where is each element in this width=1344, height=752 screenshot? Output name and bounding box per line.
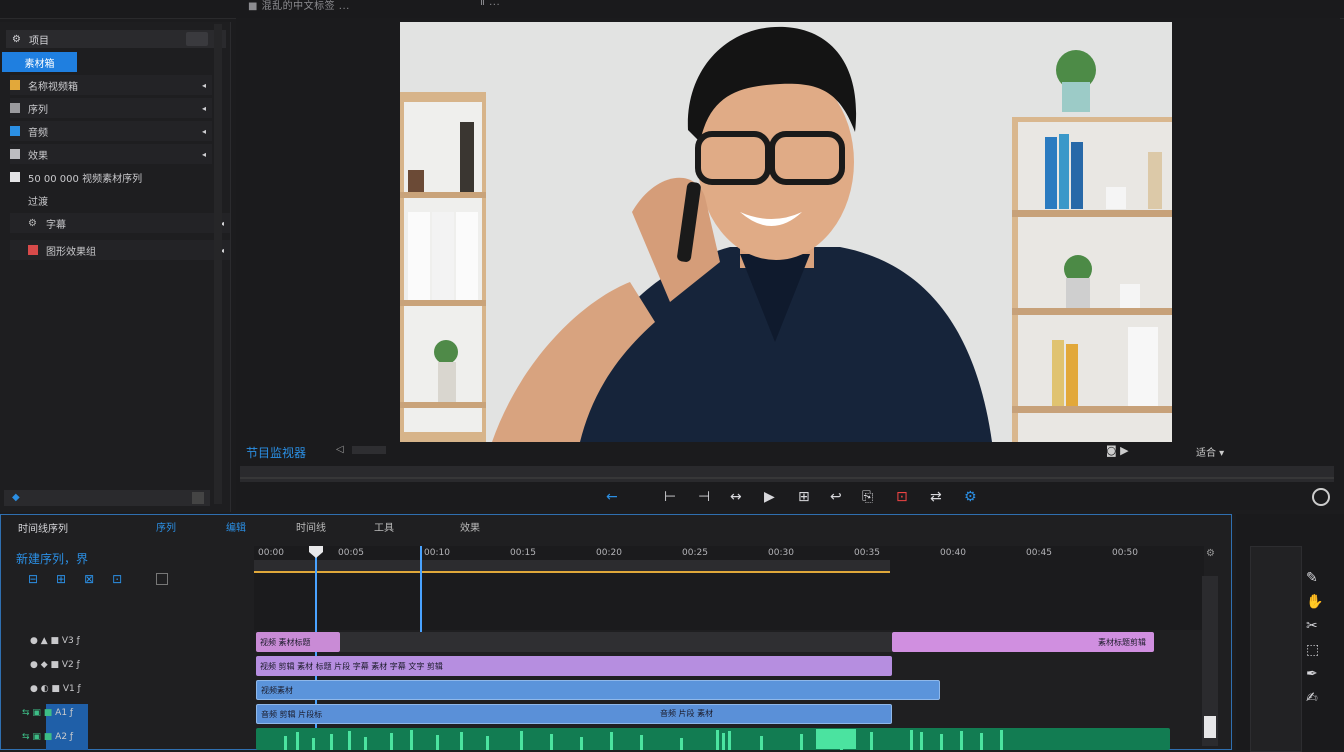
track-label: V3 ƒ: [61, 636, 80, 646]
timeline-tool-icons[interactable]: ⊟⊞⊠⊡: [28, 572, 140, 586]
lift-button[interactable]: ⎘: [862, 489, 873, 505]
tab-sequence[interactable]: 序列: [156, 519, 176, 534]
new-item-button[interactable]: [192, 492, 204, 504]
video-frame: [400, 22, 1172, 442]
menu-bar: ■ 混乱的中文标签 ... Ⅱ ...: [0, 0, 1344, 19]
tab-tools[interactable]: 工具: [374, 519, 394, 534]
ruler-label: 00:45: [1026, 548, 1052, 558]
step-back-button[interactable]: ←: [606, 489, 618, 505]
ruler-label: 00:25: [682, 548, 708, 558]
bin-item[interactable]: ⚙字幕◂: [10, 213, 230, 233]
audio-clip[interactable]: [256, 728, 1170, 750]
wrench-icon[interactable]: ⚙: [1206, 548, 1215, 559]
time-ruler[interactable]: [254, 546, 1204, 630]
tab-effects[interactable]: 效果: [460, 519, 480, 534]
scrollbar[interactable]: [214, 24, 222, 504]
audio-waveform: [284, 729, 1003, 750]
mark-out-button[interactable]: ⊣: [698, 489, 710, 505]
ruler-label: 00:40: [940, 548, 966, 558]
panel-menu-button[interactable]: [186, 32, 208, 46]
bin-item[interactable]: 50 00 000 视频素材序列: [10, 167, 212, 187]
audio-icon: [10, 126, 20, 136]
timeline-clip[interactable]: 视频 素材标题: [256, 632, 340, 652]
clip-icon: [10, 172, 20, 182]
clip-label: 音频 片段 素材: [660, 709, 714, 718]
man-on-phone-image: [400, 22, 1172, 442]
eye-icon[interactable]: ● ◐ ■: [30, 684, 60, 694]
sequence-icon: [10, 103, 20, 113]
selected-bin[interactable]: 素材箱: [2, 52, 77, 72]
project-title: 项目: [28, 36, 49, 47]
tab-timeline[interactable]: 时间线: [296, 519, 326, 534]
track-label: A2 ƒ: [55, 732, 74, 742]
bin-item[interactable]: 序列 ◂: [10, 98, 212, 118]
timecode-display[interactable]: 节目监视器: [246, 444, 306, 461]
insert-button[interactable]: ⊞: [798, 489, 810, 505]
play-button[interactable]: ▶: [764, 489, 775, 505]
add-button[interactable]: [1312, 488, 1330, 506]
timeline-clip[interactable]: 素材标题剪辑: [892, 632, 1154, 652]
timeline-clip[interactable]: 音频 剪辑 片段标: [256, 704, 892, 724]
scrubber-ticks: [240, 477, 1334, 479]
list-view-icon[interactable]: ◆: [12, 492, 20, 503]
extract-button[interactable]: ⊡: [896, 489, 908, 505]
ruler-label: 00:20: [596, 548, 622, 558]
title-icon: ⚙: [28, 218, 37, 229]
track-label: A1 ƒ: [55, 708, 74, 718]
ruler-label: 00:50: [1112, 548, 1138, 558]
timeline-clip[interactable]: 视频 剪辑 素材 标题 片段 字幕 素材 字幕 文字 剪辑: [256, 656, 892, 676]
track-label: V2 ƒ: [61, 660, 80, 670]
bin-item[interactable]: 过渡: [10, 190, 230, 210]
effects-icon: [10, 149, 20, 159]
ruler-label: 00:35: [854, 548, 880, 558]
ruler-label: 00:15: [510, 548, 536, 558]
ruler-label: 00:10: [424, 548, 450, 558]
track-label: V1 ƒ: [62, 684, 81, 694]
top-label-1[interactable]: ■ 混乱的中文标签 ...: [248, 0, 350, 12]
zoom-slider[interactable]: [352, 446, 386, 454]
bin-item[interactable]: 图形效果组◂: [10, 240, 230, 260]
top-label-2[interactable]: Ⅱ ...: [480, 0, 500, 8]
eye-icon[interactable]: ● ◆ ■: [30, 660, 59, 670]
export-frame-button[interactable]: ⇄: [930, 489, 942, 505]
audio-track-icon[interactable]: ⇆ ▣ ■: [22, 708, 52, 718]
eye-icon[interactable]: ● ▲ ■: [30, 636, 59, 646]
safe-margins-icon[interactable]: ◙ ▶: [1106, 444, 1129, 457]
ruler-label: 00:30: [768, 548, 794, 558]
ruler-label: 00:05: [338, 548, 364, 558]
track-gap: [340, 632, 892, 652]
marker-line: [420, 546, 422, 632]
scroll-thumb[interactable]: [1204, 716, 1216, 738]
panel-footer: [4, 490, 210, 506]
ruler-label: 00:00: [258, 548, 284, 558]
sequence-tab[interactable]: 时间线序列: [18, 520, 68, 535]
bin-item[interactable]: 名称视频箱 ◂: [10, 75, 212, 95]
bin-item[interactable]: 音频 ◂: [10, 121, 212, 141]
project-icon: ⚙: [12, 34, 21, 45]
sequence-timecode[interactable]: 新建序列，界: [16, 550, 88, 567]
settings-checkbox[interactable]: [156, 573, 168, 585]
fit-dropdown[interactable]: 适合 ▾: [1196, 444, 1224, 459]
folder-icon: [10, 80, 20, 90]
tool-icons[interactable]: ✎ ✋ ✂ ⬚ ✒ ✍: [1306, 566, 1323, 710]
viewer-scrubber[interactable]: [240, 466, 1334, 482]
audio-meter: [1250, 546, 1302, 752]
project-panel: ⚙ 项目 素材箱 名称视频箱 ◂ 序列 ◂ 音频 ◂ 效果 ◂ 50 00 000 视频…: [0, 22, 231, 512]
overwrite-button[interactable]: ↩: [830, 489, 842, 505]
go-to-in-button[interactable]: ↔: [730, 489, 742, 505]
audio-track-icon[interactable]: ⇆ ▣ ■: [22, 732, 52, 742]
timeline-clip[interactable]: 视频素材: [256, 680, 940, 700]
zoom-icon[interactable]: ◁: [336, 444, 344, 455]
tab-edit[interactable]: 编辑: [226, 519, 246, 534]
graphics-icon: [28, 245, 38, 255]
compare-button[interactable]: ⚙: [964, 489, 977, 505]
bin-item[interactable]: 效果 ◂: [10, 144, 212, 164]
mark-in-button[interactable]: ⊢: [664, 489, 676, 505]
work-area-bar[interactable]: [254, 571, 890, 573]
